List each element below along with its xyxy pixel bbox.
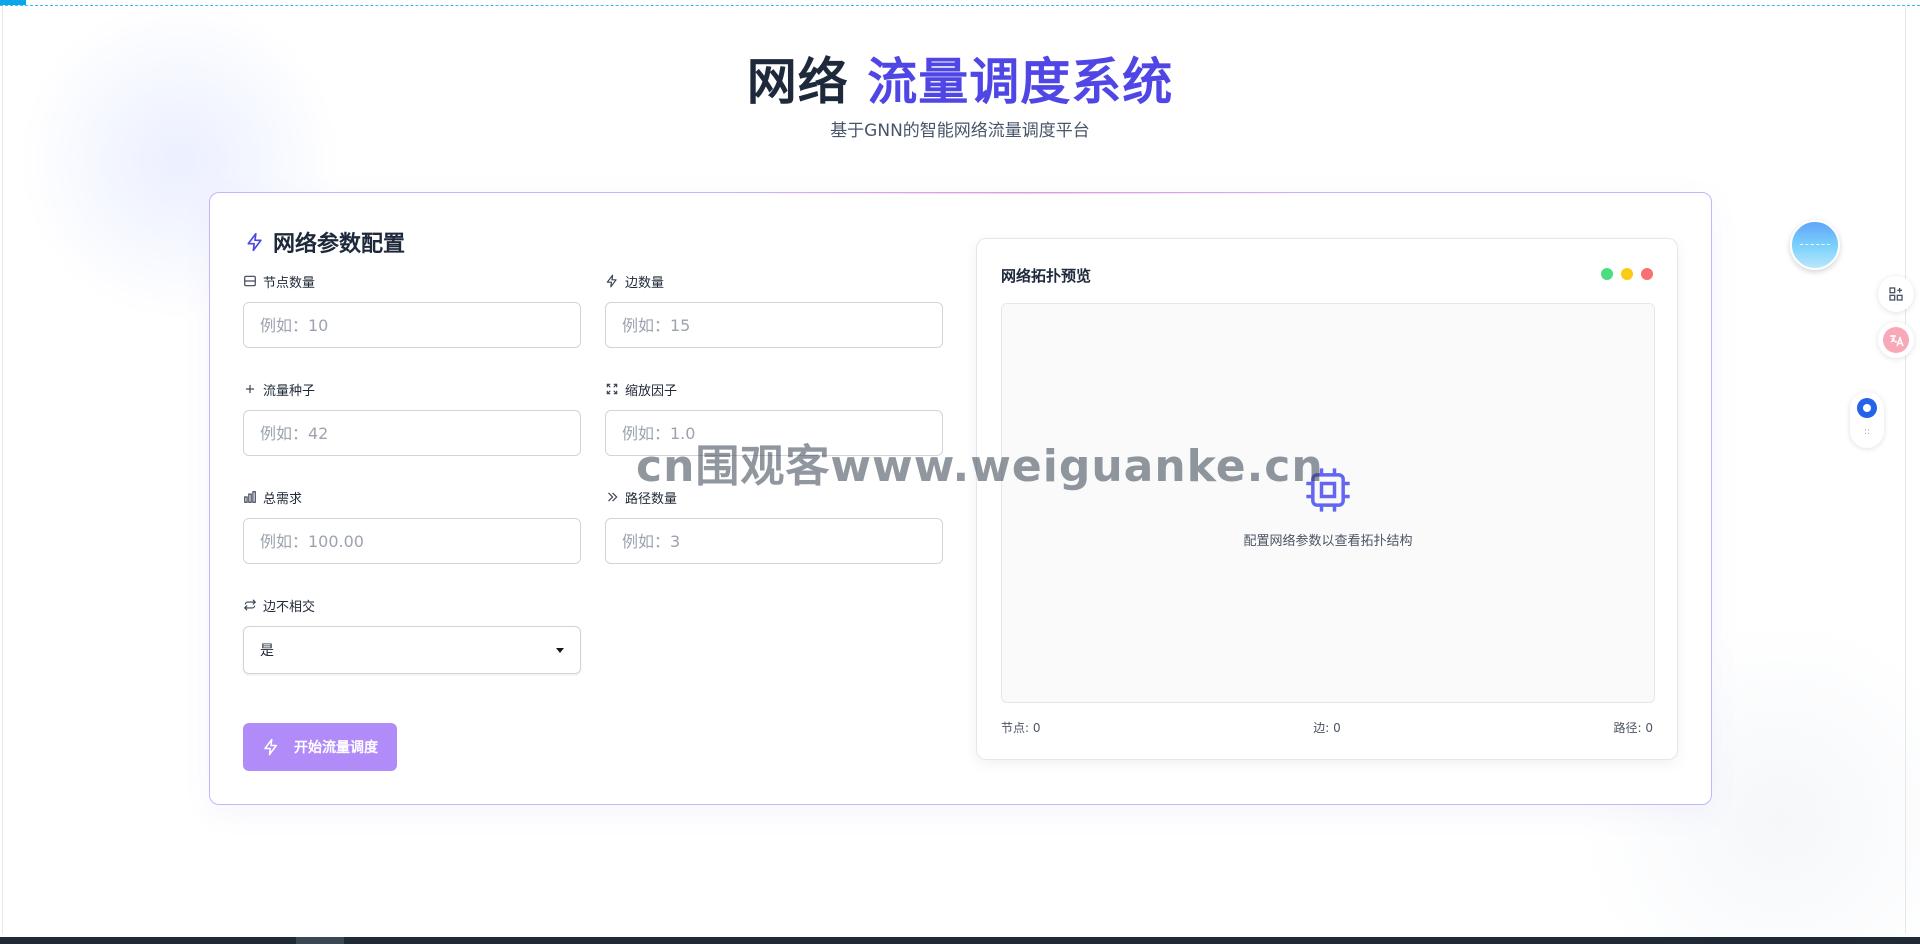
- lightning-button-icon: [262, 738, 280, 756]
- field-edges-label: 边数量: [605, 272, 943, 291]
- yellow-dot: [1621, 268, 1633, 280]
- nodes-input[interactable]: [243, 302, 581, 348]
- field-disjoint: 边不相交 是: [243, 596, 581, 674]
- plus-icon: [243, 382, 257, 396]
- field-demand-label: 总需求: [243, 488, 581, 507]
- page: 网络 流量调度系统 基于GNN的智能网络流量调度平台 网络参数配置 节点数量 例…: [0, 0, 1920, 944]
- swap-icon: [243, 598, 257, 612]
- loading-progress: [0, 0, 26, 5]
- page-title-part1: 网络: [746, 53, 849, 111]
- field-seed: 流量种子: [243, 380, 581, 456]
- preview-title: 网络拓扑预览: [1001, 267, 1092, 285]
- lightning-icon: [245, 232, 265, 252]
- field-nodes-label: 节点数量: [243, 272, 581, 291]
- start-scheduling-button[interactable]: 开始流量调度: [243, 723, 397, 771]
- label-text: 边不相交: [263, 599, 316, 615]
- server-icon: [243, 274, 257, 288]
- field-disjoint-label: 边不相交: [243, 596, 581, 615]
- top-loading-bar: [0, 0, 1920, 6]
- topology-canvas[interactable]: 配置网络参数以查看拓扑结构: [1001, 303, 1655, 703]
- demand-input[interactable]: [243, 518, 581, 564]
- bar-chart-icon: [243, 490, 257, 504]
- watermark-text: cn围观客www.weiguanke.cn: [636, 441, 1324, 492]
- stat-edges: 边: 0: [1313, 721, 1341, 735]
- caret-down-icon: [556, 647, 564, 653]
- assistant-icon: [1857, 398, 1877, 418]
- frame-edge-left: [2, 6, 3, 934]
- avatar-line: [1800, 244, 1830, 245]
- translate-button[interactable]: [1878, 322, 1914, 358]
- label-text: 节点数量: [263, 275, 316, 291]
- grid-plus-icon: [1888, 286, 1904, 302]
- window-dots: [1601, 268, 1653, 280]
- field-seed-label: 流量种子: [243, 380, 581, 399]
- seed-input[interactable]: [243, 410, 581, 456]
- config-title-text: 网络参数配置: [273, 232, 406, 257]
- topology-stats: 节点: 0 边: 0 路径: 0: [1001, 719, 1653, 736]
- stat-paths: 路径: 0: [1613, 721, 1654, 735]
- field-nodes: 节点数量: [243, 272, 581, 348]
- topology-preview-panel: 网络拓扑预览 配置网络参数以查看拓扑结构 节点: 0 边: 0 路径: 0: [976, 238, 1678, 760]
- red-dot: [1641, 268, 1653, 280]
- double-chevron-right-icon: [605, 490, 619, 504]
- label-text: 边数量: [625, 275, 665, 291]
- green-dot: [1601, 268, 1613, 280]
- bottom-taskbar-edge: [0, 937, 1920, 944]
- disjoint-select-value: 是: [260, 643, 274, 659]
- translate-icon: [1883, 327, 1909, 353]
- stat-nodes: 节点: 0: [1001, 721, 1041, 735]
- page-title: 网络 流量调度系统: [0, 42, 1920, 114]
- lightning-small-icon: [605, 274, 619, 288]
- field-demand: 总需求: [243, 488, 581, 564]
- preview-empty-text: 配置网络参数以查看拓扑结构: [1243, 534, 1413, 549]
- drag-handle-icon[interactable]: ::: [1864, 428, 1870, 437]
- card-accent-line: [730, 192, 1330, 194]
- apps-grid-button[interactable]: [1878, 276, 1914, 312]
- page-title-part2: 流量调度系统: [867, 53, 1174, 111]
- config-section-title: 网络参数配置: [245, 226, 405, 258]
- field-scale-label: 缩放因子: [605, 380, 943, 399]
- label-text: 总需求: [263, 491, 303, 507]
- field-paths: 路径数量: [605, 488, 943, 564]
- floating-assistant-widget[interactable]: ::: [1850, 392, 1884, 448]
- expand-icon: [605, 382, 619, 396]
- page-subtitle: 基于GNN的智能网络流量调度平台: [830, 121, 1090, 141]
- taskbar-segment: [296, 937, 344, 944]
- edges-input[interactable]: [605, 302, 943, 348]
- disjoint-select[interactable]: 是: [243, 626, 581, 674]
- frame-edge-right: [1905, 6, 1906, 934]
- label-text: 流量种子: [263, 383, 316, 399]
- field-edges: 边数量: [605, 272, 943, 348]
- label-text: 缩放因子: [625, 383, 678, 399]
- start-button-label: 开始流量调度: [294, 739, 378, 755]
- floating-avatar-button[interactable]: [1790, 220, 1840, 270]
- paths-input[interactable]: [605, 518, 943, 564]
- config-card: 网络参数配置 节点数量 边数量: [209, 192, 1712, 805]
